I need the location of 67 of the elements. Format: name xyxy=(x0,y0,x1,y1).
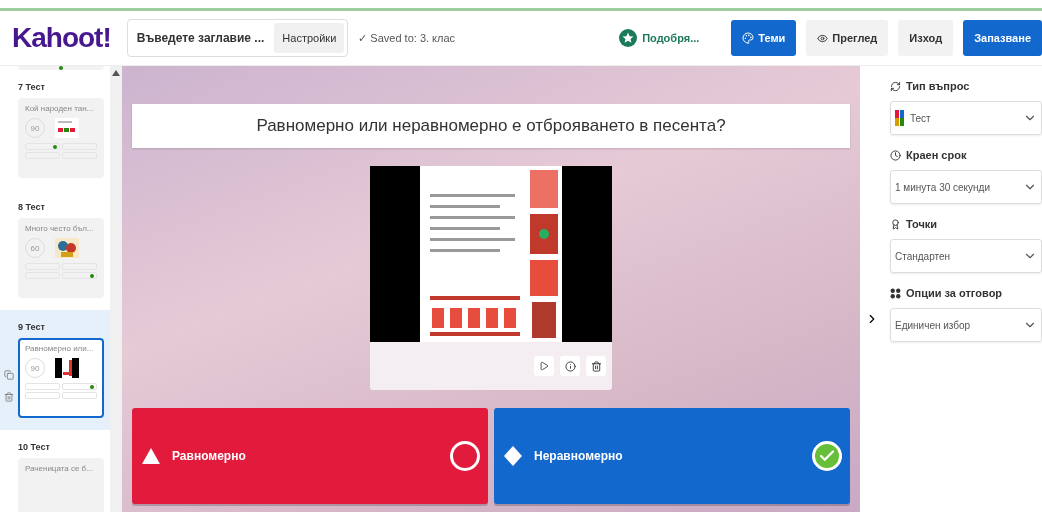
correct-dot xyxy=(53,144,57,149)
answer-text: Равномерно xyxy=(172,449,247,463)
slide-item[interactable]: 8 Тест Много често бъл... 60 xyxy=(0,190,110,310)
info-button[interactable] xyxy=(560,356,580,376)
correct-toggle[interactable] xyxy=(450,441,480,471)
slide-title: Раченицата се б... xyxy=(25,464,94,473)
play-icon xyxy=(539,361,549,371)
medal-icon xyxy=(890,218,901,230)
settings-button[interactable]: Настройки xyxy=(274,23,345,53)
question-text[interactable]: Равномерно или неравномерно е отброяването в песента? xyxy=(132,104,850,148)
correct-toggle[interactable] xyxy=(812,441,842,471)
setting-dropdown[interactable]: Тест xyxy=(890,101,1042,135)
setting-dropdown[interactable]: 1 минута 30 секунди xyxy=(890,170,1042,204)
delete-button[interactable] xyxy=(586,356,606,376)
setting-dropdown[interactable]: Стандартен xyxy=(890,239,1042,273)
info-icon xyxy=(564,360,576,372)
correct-dot xyxy=(90,273,94,278)
answer-option[interactable]: Неравномерно xyxy=(494,408,850,504)
setting-dropdown[interactable]: Единичен избор xyxy=(890,308,1042,342)
scrollbar[interactable] xyxy=(110,66,122,512)
slide-thumbnail xyxy=(55,118,79,138)
answer-bar xyxy=(25,392,60,399)
triangle-icon xyxy=(142,448,160,464)
media-thumbnail xyxy=(55,358,79,378)
eye-icon xyxy=(817,32,829,44)
slide-item[interactable]: 9 Тест Равномерно или... 90 xyxy=(0,310,110,430)
delete-icon[interactable] xyxy=(4,392,14,402)
slide-label: 8 Тест xyxy=(18,202,46,212)
header-button[interactable]: Преглед xyxy=(806,20,889,56)
title-field[interactable]: Въведете заглавие ... Настройки xyxy=(126,19,349,57)
answer-text: Неравномерно xyxy=(534,449,624,463)
correct-dot xyxy=(90,384,94,389)
dots-icon xyxy=(890,287,901,299)
saved-status: ✓ Saved to: 3. клас xyxy=(358,31,456,45)
palette-icon xyxy=(742,32,755,44)
delete-icon xyxy=(590,360,602,372)
refresh-icon xyxy=(890,80,901,92)
header-button[interactable]: Теми xyxy=(731,20,797,56)
play-button[interactable] xyxy=(534,356,554,376)
picture-thumbnail xyxy=(55,238,79,258)
correct-dot xyxy=(59,66,63,70)
slide-item[interactable]: 10 Тест Раченицата се б... xyxy=(0,430,110,512)
answer-bar xyxy=(62,392,97,399)
setting-label: Опции за отговор xyxy=(906,287,1003,299)
setting-label: Тип въпрос xyxy=(906,80,970,92)
scroll-up-icon[interactable] xyxy=(112,70,120,76)
answer-option[interactable]: Равномерно xyxy=(132,408,488,504)
setting-label: Краен срок xyxy=(906,149,967,161)
header-button[interactable]: Изход xyxy=(898,20,954,56)
upgrade-button[interactable]: Подобря... xyxy=(613,28,706,48)
header-button[interactable]: Запазване xyxy=(963,20,1042,56)
slide-item[interactable]: 7 Тест Кой народен тан... 90 xyxy=(0,70,110,190)
slide-label: 9 Тест xyxy=(18,322,46,332)
slide-card[interactable]: Равномерно или... 90 xyxy=(18,338,104,418)
answer-bar xyxy=(25,383,60,390)
quiz-icon xyxy=(895,110,904,126)
slide-title: Равномерно или... xyxy=(25,344,95,353)
slide-label: 10 Тест xyxy=(18,442,51,452)
slide-title: Кой народен тан... xyxy=(25,104,95,113)
slide-title: Много често бъл... xyxy=(25,224,95,233)
slide-label: 7 Тест xyxy=(18,82,46,92)
title-text: Въведете заглавие ... xyxy=(135,31,265,45)
kahoot-logo[interactable]: Kahoot! xyxy=(12,22,111,54)
setting-label: Точки xyxy=(906,218,938,230)
clock-icon xyxy=(890,149,901,161)
diamond-icon xyxy=(504,446,522,466)
duplicate-icon[interactable] xyxy=(4,370,14,380)
